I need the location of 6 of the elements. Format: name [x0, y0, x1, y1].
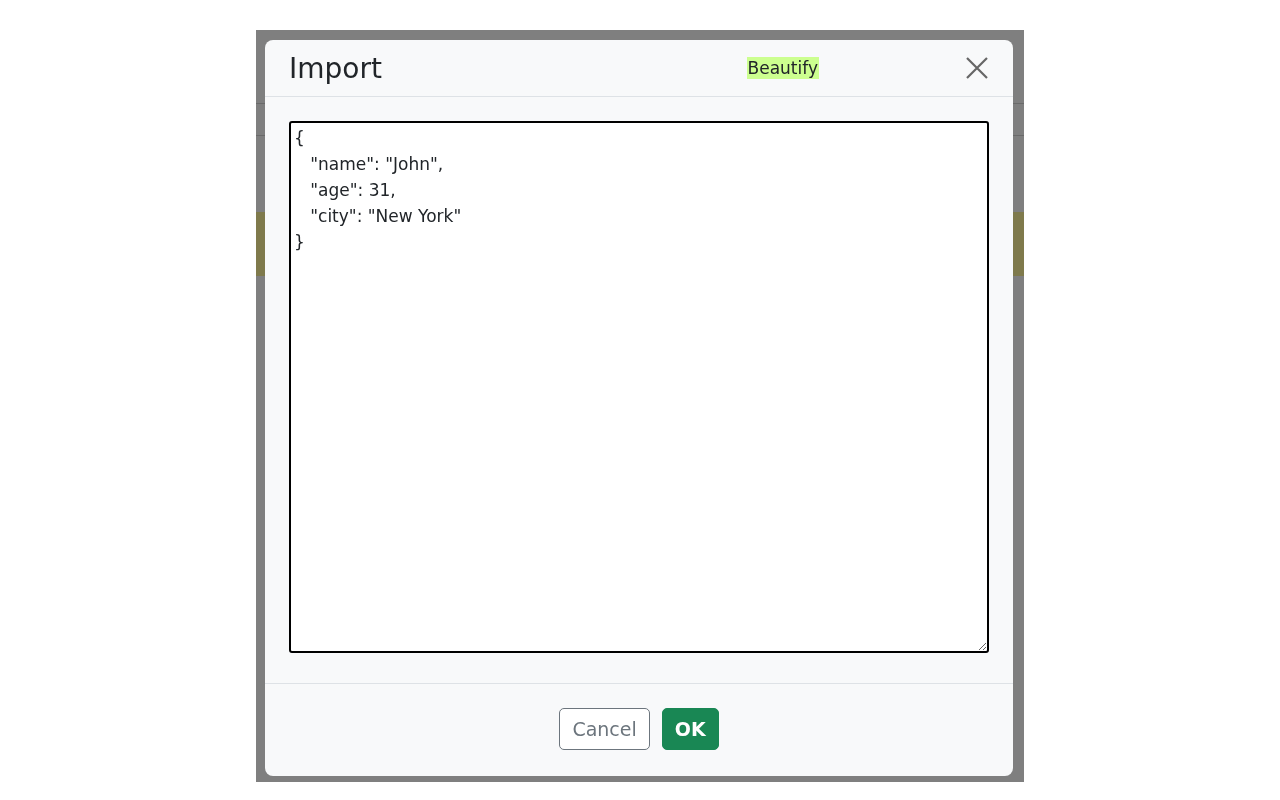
- beautify-button[interactable]: Beautify: [746, 57, 819, 79]
- json-editor[interactable]: { "name": "John", "age": 31, "city": "New York" }: [289, 121, 989, 653]
- cancel-button[interactable]: Cancel: [559, 708, 650, 750]
- ok-button[interactable]: OK: [661, 708, 719, 750]
- close-icon[interactable]: [965, 56, 989, 80]
- dialog-title: Import: [289, 51, 383, 85]
